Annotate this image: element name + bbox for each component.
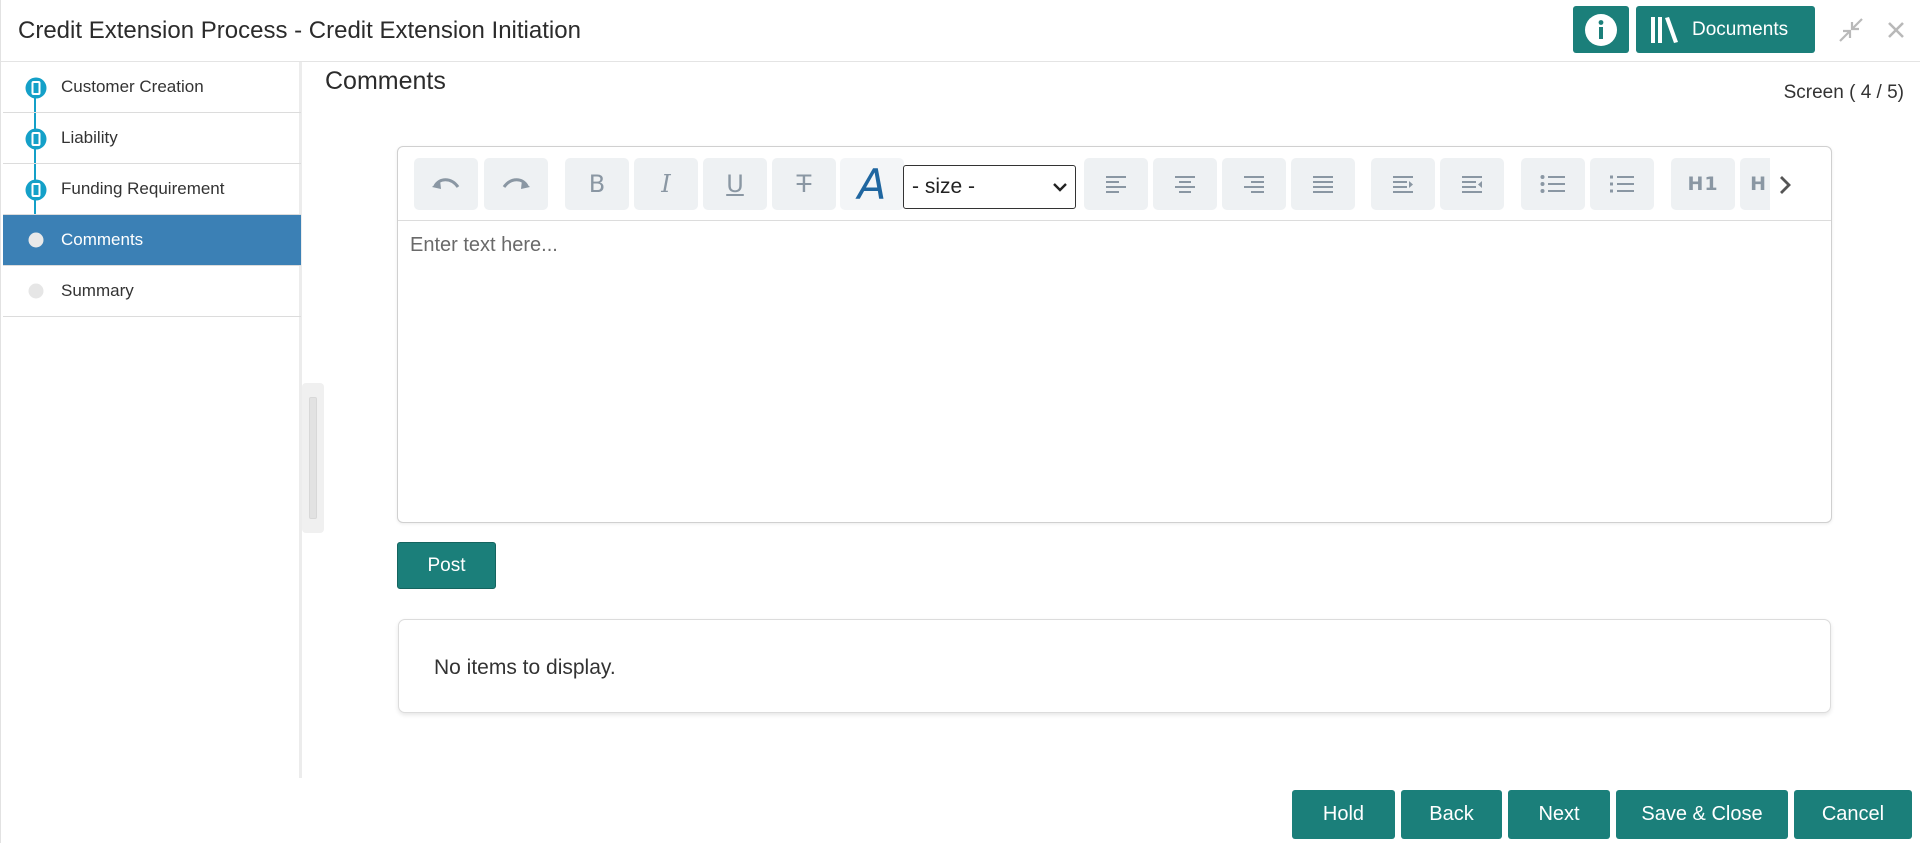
rich-text-editor: B I U T A - size - H1 H Enter text here.… (397, 146, 1832, 523)
redo-icon (502, 178, 530, 189)
outdent-icon (1462, 176, 1482, 193)
panel-resize-handle[interactable] (302, 383, 324, 533)
step-completed-icon (25, 128, 47, 150)
font-button[interactable]: A (840, 158, 904, 210)
bold-button[interactable]: B (565, 158, 629, 210)
align-center-icon (1175, 176, 1195, 193)
align-right-button[interactable] (1222, 158, 1286, 210)
step-pending-icon (28, 283, 44, 299)
step-label: Comments (61, 230, 144, 249)
cancel-button[interactable]: Cancel (1794, 790, 1912, 839)
italic-glyph: I (661, 170, 671, 198)
library-books-icon (1651, 16, 1678, 43)
step-completed-icon (25, 179, 47, 201)
underline-button[interactable]: U (703, 158, 767, 210)
step-funding-requirement[interactable]: Funding Requirement (3, 164, 301, 215)
h1-glyph: H1 (1687, 173, 1719, 195)
font-size-select[interactable]: - size - (903, 165, 1076, 209)
editor-placeholder: Enter text here... (410, 234, 558, 256)
step-customer-creation[interactable]: Customer Creation (3, 62, 301, 113)
comments-list: No items to display. (398, 619, 1831, 713)
align-left-icon (1106, 176, 1126, 193)
numbered-list-button[interactable] (1590, 158, 1654, 210)
editor-toolbar: B I U T A - size - H1 H (398, 147, 1831, 221)
step-label: Summary (61, 281, 134, 300)
align-left-button[interactable] (1084, 158, 1148, 210)
next-button[interactable]: Next (1508, 790, 1610, 839)
justify-button[interactable] (1291, 158, 1355, 210)
undo-button[interactable] (414, 158, 478, 210)
italic-button[interactable]: I (634, 158, 698, 210)
outdent-button[interactable] (1440, 158, 1504, 210)
underline-glyph: U (726, 170, 744, 198)
toolbar-more-button[interactable] (1771, 171, 1799, 199)
heading2-button[interactable]: H (1740, 158, 1770, 210)
empty-list-message: No items to display. (434, 656, 616, 679)
strikethrough-button[interactable]: T (772, 158, 836, 210)
minimize-button[interactable] (1836, 15, 1866, 45)
step-active-icon (28, 232, 44, 248)
step-completed-icon (25, 77, 47, 99)
screen-counter: Screen ( 4 / 5) (1783, 82, 1904, 103)
bold-glyph: B (588, 170, 606, 198)
font-glyph: A (857, 159, 887, 209)
strike-glyph: T (796, 170, 812, 198)
step-comments[interactable]: Comments (3, 215, 301, 266)
back-button[interactable]: Back (1401, 790, 1502, 839)
header-bar: Credit Extension Process - Credit Extens… (1, 0, 1920, 62)
close-icon (1888, 22, 1904, 38)
indent-button[interactable] (1371, 158, 1435, 210)
collapse-arrows-icon (1839, 18, 1863, 42)
undo-icon (432, 178, 460, 189)
app-window: Credit Extension Process - Credit Extens… (0, 0, 1920, 843)
chevron-right-icon (1780, 176, 1791, 194)
align-right-icon (1244, 176, 1264, 193)
documents-label: Documents (1692, 18, 1789, 40)
info-icon (1585, 13, 1617, 46)
redo-button[interactable] (484, 158, 548, 210)
indent-icon (1393, 176, 1413, 193)
info-button[interactable] (1573, 6, 1629, 53)
comment-text-area[interactable]: Enter text here... (398, 221, 1831, 522)
chevron-down-icon (1053, 183, 1067, 192)
resize-grip (309, 397, 317, 519)
page-title: Comments (325, 67, 446, 95)
step-label: Liability (61, 128, 118, 147)
process-stepper: Customer Creation Liability Funding Requ… (1, 62, 302, 778)
bullet-list-button[interactable] (1521, 158, 1585, 210)
step-label: Customer Creation (61, 77, 204, 96)
step-liability[interactable]: Liability (3, 113, 301, 164)
save-close-button[interactable]: Save & Close (1616, 790, 1788, 839)
close-button[interactable] (1881, 15, 1911, 45)
align-justify-icon (1313, 176, 1333, 193)
h2-glyph: H (1750, 173, 1766, 195)
font-size-value: - size - (912, 175, 975, 198)
align-center-button[interactable] (1153, 158, 1217, 210)
documents-button[interactable]: Documents (1636, 6, 1815, 53)
page-header-title: Credit Extension Process - Credit Extens… (18, 17, 581, 44)
post-button[interactable]: Post (397, 542, 496, 589)
step-summary[interactable]: Summary (3, 266, 301, 317)
step-label: Funding Requirement (61, 179, 225, 198)
heading1-button[interactable]: H1 (1671, 158, 1735, 210)
numbered-list-icon (1610, 175, 1634, 193)
bullet-list-icon (1540, 175, 1565, 193)
hold-button[interactable]: Hold (1292, 790, 1395, 839)
